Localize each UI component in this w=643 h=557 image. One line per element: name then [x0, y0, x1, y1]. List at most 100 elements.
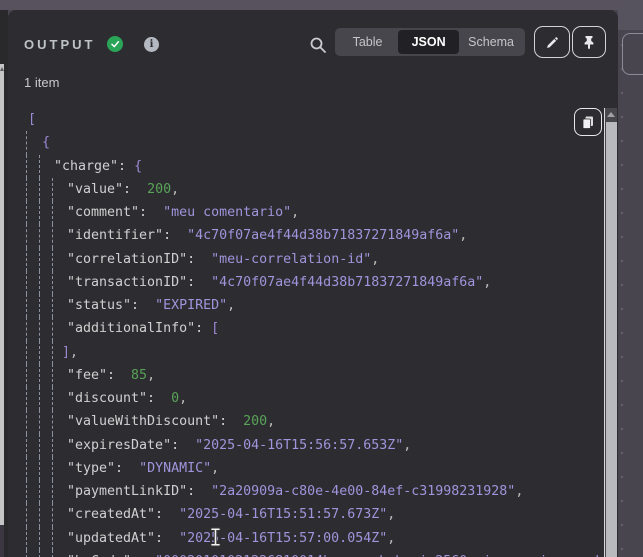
json-line: "type": "DYNAMIC",	[8, 457, 604, 480]
top-bar	[0, 0, 643, 10]
indent-guide	[26, 178, 27, 201]
success-check-icon	[107, 36, 123, 52]
indent-guide	[26, 341, 27, 364]
edit-output-button[interactable]	[534, 26, 570, 58]
indent-guide	[39, 410, 40, 433]
indent-guide	[39, 527, 40, 550]
indent-guide	[26, 387, 27, 410]
background-card-outline	[622, 33, 643, 75]
json-line: ],	[8, 341, 604, 364]
scrollbar-up-button[interactable]	[605, 108, 617, 121]
info-icon[interactable]: i	[144, 37, 159, 52]
indent-guide	[39, 364, 40, 387]
scrollbar-thumb[interactable]	[606, 122, 617, 557]
indent-guide	[39, 155, 40, 178]
json-line: "status": "EXPIRED",	[8, 294, 604, 317]
json-line: "paymentLinkID": "2a20909a-c80e-4e00-84e…	[8, 480, 604, 503]
output-panel: OUTPUT i TableJSONSchema 1 item	[8, 10, 618, 557]
indent-guide	[26, 201, 27, 224]
indent-guide	[26, 550, 27, 557]
indent-guide	[26, 294, 27, 317]
indent-guide	[39, 201, 40, 224]
canvas-top-strip	[618, 0, 643, 30]
pin-icon	[582, 35, 596, 50]
indent-guide	[52, 457, 53, 480]
copy-icon	[581, 115, 595, 130]
json-line: "additionalInfo": [	[8, 317, 604, 340]
indent-guide	[39, 503, 40, 526]
json-line: "valueWithDiscount": 200,	[8, 410, 604, 433]
indent-guide	[26, 410, 27, 433]
json-line: {	[8, 131, 604, 154]
json-output-view: [{"charge": {"value": 200,"comment": "me…	[8, 108, 604, 557]
json-line: "value": 200,	[8, 178, 604, 201]
indent-guide	[52, 201, 53, 224]
indent-guide	[26, 131, 27, 154]
indent-guide	[52, 364, 53, 387]
indent-guide	[52, 294, 53, 317]
json-line: "correlationID": "meu-correlation-id",	[8, 248, 604, 271]
indent-guide	[26, 527, 27, 550]
pencil-icon	[545, 35, 560, 50]
json-line: "createdAt": "2025-04-16T15:51:57.673Z",	[8, 503, 604, 526]
indent-guide	[52, 480, 53, 503]
indent-guide	[39, 387, 40, 410]
tab-json[interactable]: JSON	[398, 30, 459, 54]
indent-guide	[26, 503, 27, 526]
indent-guide	[39, 550, 40, 557]
background-scrollbar[interactable]	[0, 64, 4, 525]
view-mode-tabs: TableJSONSchema	[335, 28, 525, 56]
json-line: "comment": "meu comentario",	[8, 201, 604, 224]
indent-guide	[39, 341, 40, 364]
indent-guide	[52, 527, 53, 550]
canvas-dot-grid	[618, 30, 643, 557]
panel-scrollbar[interactable]	[604, 108, 617, 557]
indent-guide	[39, 434, 40, 457]
background-scrollbar-up-icon[interactable]	[0, 67, 4, 71]
indent-guide	[52, 341, 53, 364]
pin-output-button[interactable]	[572, 26, 606, 58]
items-count: 1 item	[24, 75, 59, 90]
indent-guide	[39, 294, 40, 317]
search-icon[interactable]	[309, 36, 327, 54]
indent-guide	[39, 480, 40, 503]
text-cursor-pointer	[209, 527, 222, 552]
indent-guide	[39, 248, 40, 271]
tab-table[interactable]: Table	[337, 30, 398, 54]
indent-guide	[39, 178, 40, 201]
tab-schema[interactable]: Schema	[459, 30, 523, 54]
indent-guide	[52, 434, 53, 457]
indent-guide	[39, 317, 40, 340]
indent-guide	[26, 248, 27, 271]
json-line: "brCode": "00020101021226810014br.gov.bc…	[8, 550, 604, 557]
indent-guide	[52, 387, 53, 410]
indent-guide	[26, 480, 27, 503]
json-line: [	[8, 108, 604, 131]
indent-guide	[52, 410, 53, 433]
indent-guide	[52, 178, 53, 201]
indent-guide	[26, 317, 27, 340]
json-line: "charge": {	[8, 155, 604, 178]
indent-guide	[52, 503, 53, 526]
indent-guide	[26, 364, 27, 387]
json-line: "transactionID": "4c70f07ae4f44d38b71837…	[8, 271, 604, 294]
indent-guide	[26, 224, 27, 247]
background-scrollbar-end	[0, 525, 4, 557]
json-line: "fee": 85,	[8, 364, 604, 387]
json-line: "expiresDate": "2025-04-16T15:56:57.653Z…	[8, 434, 604, 457]
json-line: "identifier": "4c70f07ae4f44d38b71837271…	[8, 224, 604, 247]
indent-guide	[52, 248, 53, 271]
indent-guide	[39, 457, 40, 480]
triangle-up-icon	[607, 112, 615, 117]
json-line: "updatedAt": "2025-04-16T15:57:00.054Z",	[8, 527, 604, 550]
indent-guide	[52, 271, 53, 294]
indent-guide	[26, 434, 27, 457]
indent-guide	[39, 271, 40, 294]
screen: OUTPUT i TableJSONSchema 1 item	[0, 0, 643, 557]
indent-guide	[52, 317, 53, 340]
indent-guide	[39, 224, 40, 247]
indent-guide	[52, 550, 53, 557]
indent-guide	[26, 271, 27, 294]
indent-guide	[52, 224, 53, 247]
copy-to-clipboard-button[interactable]	[574, 108, 602, 136]
